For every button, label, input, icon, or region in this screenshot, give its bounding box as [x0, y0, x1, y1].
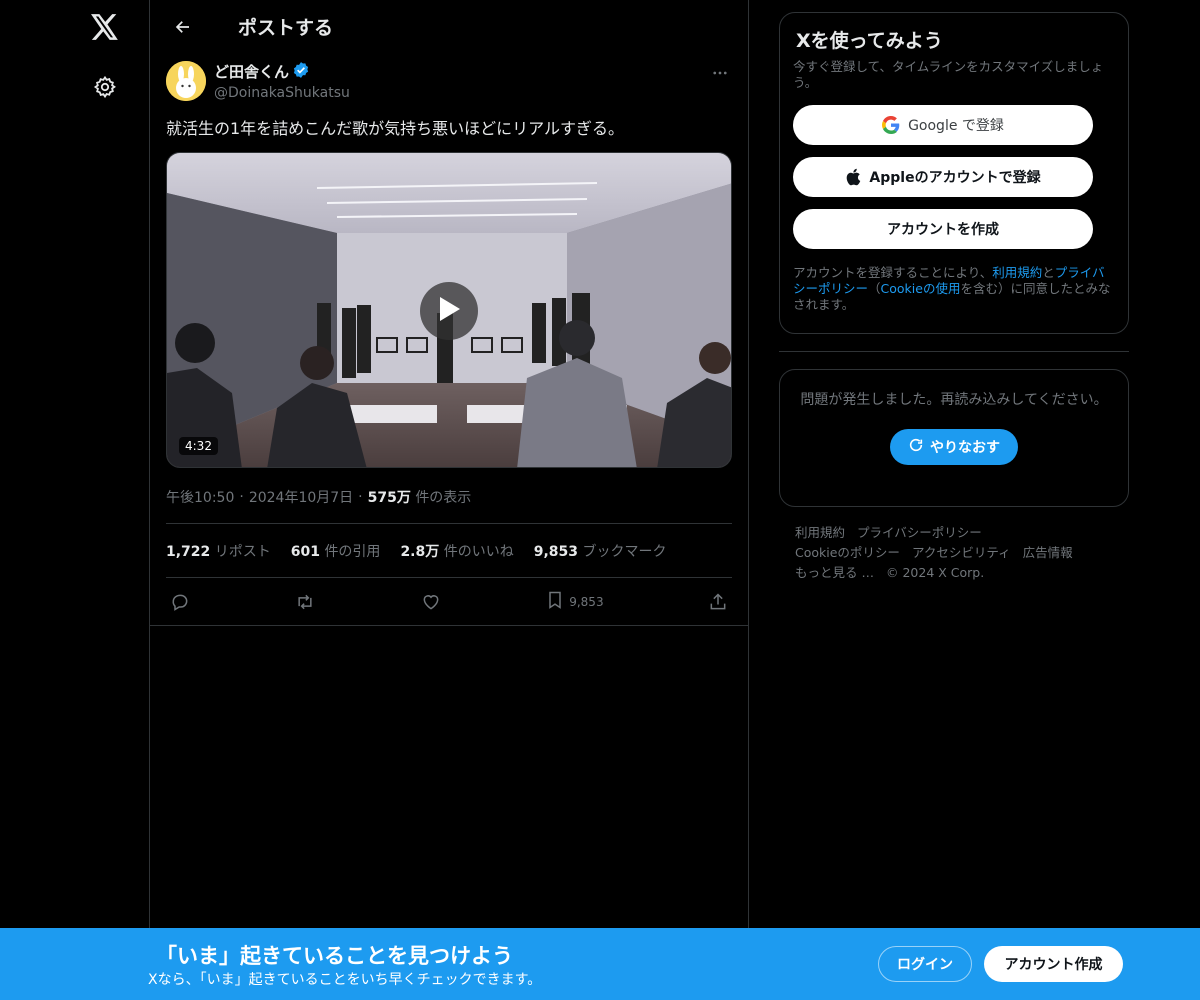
bookmark-button[interactable]: 9,853: [545, 590, 604, 613]
signup-button[interactable]: アカウント作成: [984, 946, 1123, 982]
login-button[interactable]: ログイン: [878, 946, 972, 982]
terms-notice: アカウントを登録することにより、利用規約とプライバシーポリシー（Cookieの使…: [793, 265, 1115, 313]
back-arrow-icon[interactable]: [166, 10, 200, 44]
google-signup-label: Google で登録: [908, 118, 1004, 134]
google-signup-button[interactable]: Google で登録: [793, 105, 1093, 145]
reposts-label: リポスト: [214, 543, 271, 560]
likes-stat[interactable]: 2.8万 件のいいね: [400, 541, 513, 561]
post-date[interactable]: 2024年10月7日: [249, 487, 353, 507]
bookmark-action-count: 9,853: [569, 594, 604, 609]
x-logo-icon[interactable]: [85, 7, 125, 47]
sidebar-footer: 利用規約 プライバシーポリシー Cookieのポリシー アクセシビリティ 広告情報 も…: [779, 523, 1129, 583]
main-column: ポストする ど田舎くん @DoinakaShukatsu 就活生の1年を詰めこん…: [149, 0, 749, 1000]
bookmarks-count: 9,853: [533, 543, 578, 560]
quotes-label: 件の引用: [324, 543, 381, 560]
video-duration: 4:32: [179, 437, 218, 455]
reply-icon[interactable]: [170, 592, 190, 612]
post-text: 就活生の1年を詰めこんだ歌が気持ち悪いほどにリアルすぎる。: [166, 119, 625, 138]
footer-link-cookie[interactable]: Cookieのポリシー: [795, 545, 900, 560]
signup-card: Xを使ってみよう 今すぐ登録して、タイムラインをカスタマイズしましょう。 Goo…: [779, 12, 1129, 334]
post-stats: 1,722 リポスト 601 件の引用 2.8万 件のいいね 9,853 ブック…: [166, 524, 732, 577]
left-rail: [0, 0, 150, 1000]
google-icon: [882, 116, 900, 134]
footer-link-terms[interactable]: 利用規約: [795, 525, 845, 540]
page-title: ポストする: [238, 17, 334, 39]
like-icon[interactable]: [421, 592, 441, 612]
cookie-link[interactable]: Cookieの使用: [881, 281, 961, 296]
avatar[interactable]: [166, 61, 206, 101]
error-card: 問題が発生しました。再読み込みしてください。 やりなおす: [779, 369, 1129, 507]
video-player[interactable]: 4:32: [166, 152, 732, 468]
copyright: © 2024 X Corp.: [885, 565, 985, 580]
repost-icon[interactable]: [294, 592, 316, 612]
display-name-text: ど田舎くん: [214, 62, 290, 81]
post-author: ど田舎くん @DoinakaShukatsu: [166, 53, 732, 109]
apple-signup-label: Appleのアカウントで登録: [869, 170, 1041, 186]
post-meta: 午後10:50 · 2024年10月7日 · 575万 件の表示: [166, 487, 732, 507]
retry-button[interactable]: やりなおす: [890, 429, 1018, 465]
right-sidebar: Xを使ってみよう 今すぐ登録して、タイムラインをカスタマイズしましょう。 Goo…: [779, 12, 1129, 583]
post-time[interactable]: 午後10:50: [166, 487, 234, 507]
create-account-label: アカウントを作成: [887, 222, 999, 238]
page-header: ポストする: [150, 0, 748, 53]
footer-link-more[interactable]: もっと見る …: [795, 565, 874, 580]
quotes-count: 601: [290, 543, 320, 560]
bookmark-icon: [545, 590, 565, 613]
footer-link-accessibility[interactable]: アクセシビリティ: [912, 545, 1011, 560]
terms-text: アカウントを登録することにより、: [793, 265, 993, 280]
app: ポストする ど田舎くん @DoinakaShukatsu 就活生の1年を詰めこん…: [0, 0, 1200, 1000]
meta-separator: ·: [358, 489, 363, 505]
banner-title: 「いま」起きていることを見つけよう: [156, 944, 513, 968]
post: ど田舎くん @DoinakaShukatsu 就活生の1年を詰めこんだ歌が気持ち…: [150, 53, 748, 626]
sidebar-divider: [779, 351, 1129, 352]
terms-text: と: [1042, 265, 1055, 280]
share-icon[interactable]: [708, 592, 728, 612]
signup-subtitle: 今すぐ登録して、タイムラインをカスタマイズしましょう。: [793, 59, 1104, 90]
gear-icon[interactable]: [85, 67, 125, 107]
create-account-button[interactable]: アカウントを作成: [793, 209, 1093, 249]
reposts-count: 1,722: [166, 543, 211, 560]
more-icon[interactable]: [708, 61, 732, 85]
play-button[interactable]: [420, 282, 478, 340]
play-icon: [437, 296, 461, 326]
terms-text: （: [868, 281, 881, 296]
reposts-stat[interactable]: 1,722 リポスト: [166, 541, 271, 561]
apple-signup-button[interactable]: Appleのアカウントで登録: [793, 157, 1093, 197]
bookmarks-label: ブックマーク: [582, 543, 667, 560]
author-names: ど田舎くん @DoinakaShukatsu: [214, 61, 350, 102]
likes-count: 2.8万: [400, 543, 440, 560]
refresh-icon: [908, 437, 924, 457]
verified-badge-icon: [292, 61, 310, 83]
views-count: 575万: [367, 490, 411, 506]
footer-link-privacy[interactable]: プライバシーポリシー: [857, 525, 982, 540]
views: 575万 件の表示: [368, 487, 472, 507]
likes-label: 件のいいね: [443, 543, 514, 560]
signup-title: Xを使ってみよう: [796, 30, 943, 52]
quotes-stat[interactable]: 601 件の引用: [291, 541, 381, 561]
author-handle[interactable]: @DoinakaShukatsu: [214, 85, 350, 102]
banner-subtitle: Xなら、「いま」起きていることをいち早くチェックできます。: [148, 972, 542, 988]
terms-link[interactable]: 利用規約: [992, 265, 1042, 280]
meta-separator: ·: [239, 489, 244, 505]
footer-link-ads[interactable]: 広告情報: [1023, 545, 1073, 560]
error-message: 問題が発生しました。再読み込みしてください。: [800, 392, 1108, 408]
bookmarks-stat[interactable]: 9,853 ブックマーク: [534, 541, 667, 561]
views-label: 件の表示: [415, 490, 472, 506]
apple-icon: [845, 168, 861, 186]
bottom-login-banner: 「いま」起きていることを見つけよう Xなら、「いま」起きていることをいち早くチェ…: [0, 928, 1200, 1000]
retry-label: やりなおす: [930, 440, 1000, 456]
display-name[interactable]: ど田舎くん: [214, 61, 350, 83]
post-actions: 9,853: [150, 578, 748, 626]
